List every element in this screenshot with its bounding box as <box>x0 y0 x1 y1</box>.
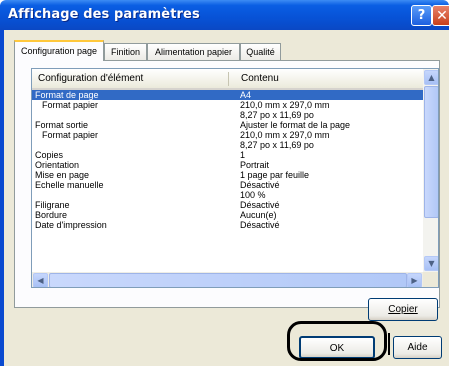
copy-button[interactable]: Copier <box>368 298 438 321</box>
list-item-name: Format papier <box>42 100 99 110</box>
list-item-value: Aucun(e) <box>240 210 277 220</box>
list-item-value: A4 <box>240 90 252 100</box>
tab-configuration-page[interactable]: Configuration page <box>14 40 104 61</box>
list-item[interactable]: Format de page A4 <box>32 90 423 100</box>
column-divider[interactable] <box>228 72 229 86</box>
vertical-scroll-thumb[interactable] <box>424 86 438 218</box>
list-item-name: Format papier <box>42 130 99 140</box>
list-item[interactable]: 100 % <box>32 190 423 200</box>
list-item-value: Ajuster le format de la page <box>240 120 351 130</box>
list-item-value: 8,27 po x 11,69 po <box>240 110 314 120</box>
list-item-value: 210,0 mm x 297,0 mm <box>240 130 330 140</box>
list-header: Configuration d'élément Contenu <box>32 69 423 90</box>
tab-finition[interactable]: Finition <box>104 43 147 60</box>
list-item-value: Désactivé <box>240 180 280 190</box>
list-item-name: Copies <box>35 150 64 160</box>
list-item[interactable]: Orientation Portrait <box>32 160 423 170</box>
tab-qualite[interactable]: Qualité <box>240 43 281 60</box>
scroll-right-icon[interactable]: ▶ <box>407 273 422 287</box>
list-item-name: Mise en page <box>35 170 90 180</box>
list-item[interactable]: 8,27 po x 11,69 po <box>32 140 423 150</box>
scroll-up-icon[interactable]: ▲ <box>424 70 438 85</box>
list-item[interactable]: Format papier 210,0 mm x 297,0 mm <box>32 100 423 110</box>
scroll-left-icon[interactable]: ◀ <box>33 273 48 287</box>
highlight-circle <box>287 321 387 361</box>
list-item-name: Format sortie <box>35 120 89 130</box>
vertical-scrollbar[interactable]: ▲ ▼ <box>423 69 438 272</box>
list-item-value: Désactivé <box>240 220 280 230</box>
close-icon[interactable]: ✕ <box>432 5 449 26</box>
list-item-value: 8,27 po x 11,69 po <box>240 140 314 150</box>
list-item[interactable]: Format papier 210,0 mm x 297,0 mm <box>32 130 423 140</box>
list-item-value: Désactivé <box>240 200 280 210</box>
list-item-value: 210,0 mm x 297,0 mm <box>240 100 330 110</box>
list-item[interactable]: Filigrane Désactivé <box>32 200 423 210</box>
tab-alimentation-papier[interactable]: Alimentation papier <box>147 43 240 60</box>
horizontal-scroll-thumb[interactable] <box>49 273 407 287</box>
title-bar[interactable]: Affichage des paramètres ? ✕ <box>0 0 449 30</box>
list-item[interactable]: Bordure Aucun(e) <box>32 210 423 220</box>
window-title: Affichage des paramètres <box>8 7 200 22</box>
scroll-down-icon[interactable]: ▼ <box>424 256 438 271</box>
column-header-content[interactable]: Contenu <box>241 73 279 84</box>
help-icon[interactable]: ? <box>411 5 432 26</box>
list-item-name: Format de page <box>35 90 99 100</box>
list-item-value: Portrait <box>240 160 270 170</box>
help-button[interactable]: Aide <box>393 336 442 359</box>
settings-dialog: Affichage des paramètres ? ✕ Configurati… <box>0 0 449 366</box>
list-item-name: Date d'impression <box>35 220 107 230</box>
highlight-mark <box>388 333 390 355</box>
list-item-value: 1 page par feuille <box>240 170 310 180</box>
list-item-value: 1 <box>240 150 246 160</box>
list-item-name: Orientation <box>35 160 80 170</box>
list-item[interactable]: Mise en page 1 page par feuille <box>32 170 423 180</box>
list-item-name: Filigrane <box>35 200 70 210</box>
list-item[interactable]: Format sortie Ajuster le format de la pag… <box>32 120 423 130</box>
list-item-name: Echelle manuelle <box>35 180 104 190</box>
list-item-value: 100 % <box>240 190 266 200</box>
horizontal-scrollbar[interactable]: ◀ ▶ <box>32 272 423 287</box>
settings-list: Configuration d'élément Contenu Format d… <box>31 68 439 288</box>
list-item[interactable]: Echelle manuelle Désactivé <box>32 180 423 190</box>
list-item[interactable]: Date d'impression Désactivé <box>32 220 423 230</box>
copy-button-label: Copier <box>388 304 418 315</box>
column-header-item[interactable]: Configuration d'élément <box>38 73 143 84</box>
list-item[interactable]: 8,27 po x 11,69 po <box>32 110 423 120</box>
list-item-name: Bordure <box>35 210 68 220</box>
list-item[interactable]: Copies 1 <box>32 150 423 160</box>
scrollbar-corner <box>423 272 438 287</box>
list-rows: Format de page A4 Format papier 210,0 mm x … <box>32 90 423 272</box>
